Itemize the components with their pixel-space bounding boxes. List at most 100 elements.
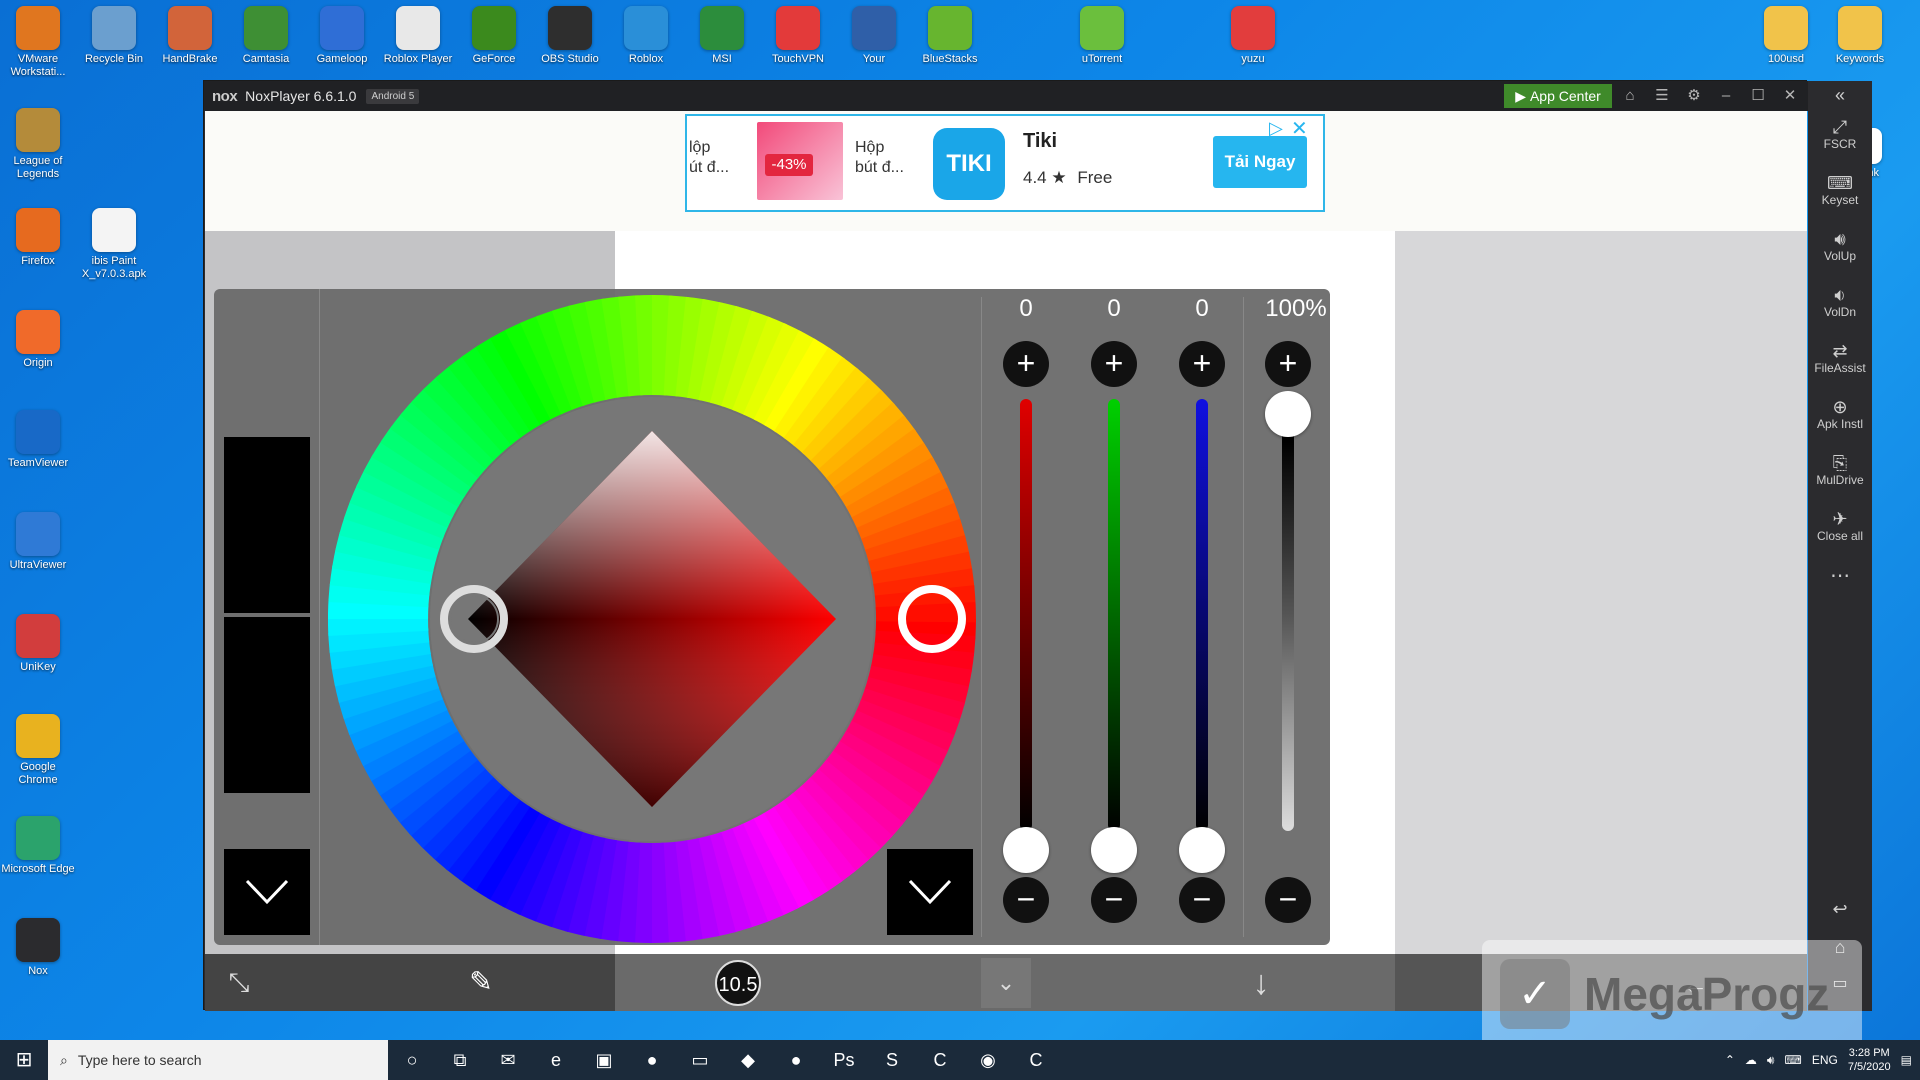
desktop-icon[interactable]: Nox: [0, 918, 76, 978]
desktop-icon[interactable]: uTorrent: [1064, 6, 1140, 66]
firefox-taskbar-icon[interactable]: ●: [628, 1040, 676, 1080]
sidebar-item-fileassist[interactable]: ⇄ FileAssist: [1808, 341, 1872, 375]
clock[interactable]: 3:28 PM 7/5/2020: [1848, 1046, 1891, 1074]
desktop-icon[interactable]: Firefox: [0, 208, 76, 268]
desktop-icon[interactable]: yuzu: [1215, 6, 1291, 66]
photoshop-icon[interactable]: Ps: [820, 1040, 868, 1080]
red-slider-knob[interactable]: [1003, 827, 1049, 873]
keyboard-icon[interactable]: ⌨: [1784, 1053, 1801, 1067]
apk-install-icon: ⊕: [1832, 397, 1848, 417]
blue-increase-button[interactable]: +: [1179, 341, 1225, 387]
taskbar-search-box[interactable]: ⌕ Type here to search: [48, 1040, 388, 1080]
android-back-icon[interactable]: ↩: [1808, 899, 1872, 920]
green-slider-knob[interactable]: [1091, 827, 1137, 873]
desktop-icon[interactable]: League of Legends: [0, 108, 76, 181]
tray-up-icon[interactable]: ⌃: [1725, 1053, 1735, 1067]
nox-titlebar[interactable]: nox NoxPlayer 6.6.1.0 Android 5 ▶ App Ce…: [204, 81, 1808, 111]
arrow-down-icon[interactable]: ↓: [1241, 958, 1281, 1008]
hue-color-wheel[interactable]: [328, 295, 976, 943]
red-increase-button[interactable]: +: [1003, 341, 1049, 387]
cortana-icon[interactable]: ○: [388, 1040, 436, 1080]
menu-icon[interactable]: ☰: [1651, 85, 1673, 107]
adchoices-icon[interactable]: ▷: [1269, 118, 1283, 139]
secondary-color-swatch[interactable]: [224, 617, 310, 793]
desktop-icon[interactable]: Origin: [0, 310, 76, 370]
mail-icon[interactable]: ✉: [484, 1040, 532, 1080]
edge-taskbar-icon[interactable]: e: [532, 1040, 580, 1080]
blue-slider-track[interactable]: [1196, 399, 1208, 831]
green-decrease-button[interactable]: −: [1091, 877, 1137, 923]
desktop-icon[interactable]: Microsoft Edge: [0, 816, 76, 876]
notification-icon[interactable]: ▤: [1901, 1053, 1912, 1067]
blue-decrease-button[interactable]: −: [1179, 877, 1225, 923]
camtasia-taskbar-icon[interactable]: C: [916, 1040, 964, 1080]
sidebar-item-volup[interactable]: 🔊︎ VolUp: [1808, 229, 1872, 263]
sidebar-item-keyset[interactable]: ⌨ Keyset: [1808, 173, 1872, 207]
firefox-2-taskbar-icon[interactable]: ●: [772, 1040, 820, 1080]
desktop-icon[interactable]: TouchVPN: [760, 6, 836, 66]
sidebar-item-voldn[interactable]: 🔉︎ VolDn: [1808, 285, 1872, 319]
brush-size-button[interactable]: 10.5: [715, 960, 761, 1006]
more-options-icon[interactable]: ⋯: [1808, 563, 1872, 588]
desktop-icon[interactable]: Roblox Player: [380, 6, 456, 66]
desktop-icon[interactable]: Keywords: [1822, 6, 1898, 66]
close-icon[interactable]: ✕: [1779, 85, 1801, 107]
desktop-icon[interactable]: GeForce: [456, 6, 532, 66]
desktop-icon[interactable]: UniKey: [0, 614, 76, 674]
home-icon[interactable]: ⌂: [1619, 85, 1641, 107]
desktop-icon[interactable]: Camtasia: [228, 6, 304, 66]
wheel-collapse-button[interactable]: [887, 849, 973, 935]
brush-icon[interactable]: ✎: [461, 962, 501, 1002]
desktop-icon[interactable]: Your: [836, 6, 912, 66]
onedrive-icon[interactable]: ☁: [1745, 1053, 1757, 1067]
desktop-icon[interactable]: Roblox: [608, 6, 684, 66]
desktop-icon[interactable]: OBS Studio: [532, 6, 608, 66]
language-indicator[interactable]: ENG: [1812, 1053, 1838, 1067]
app-center-button[interactable]: ▶ App Center: [1504, 84, 1612, 108]
collapse-toolbar-button[interactable]: ⌄: [981, 958, 1031, 1008]
sidebar-item-apk-instl[interactable]: ⊕ Apk Instl: [1808, 397, 1872, 431]
settings-gear-icon[interactable]: ⚙: [1683, 85, 1705, 107]
red-slider-track[interactable]: [1020, 399, 1032, 831]
skype-icon[interactable]: S: [868, 1040, 916, 1080]
camtasia-2-taskbar-icon[interactable]: C: [1012, 1040, 1060, 1080]
desktop-icon[interactable]: MSI: [684, 6, 760, 66]
desktop-icon[interactable]: VMware Workstati...: [0, 6, 76, 79]
desktop-icon[interactable]: Google Chrome: [0, 714, 76, 787]
desktop-icon[interactable]: Recycle Bin: [76, 6, 152, 66]
desktop-icon[interactable]: ibis Paint X_v7.0.3.apk: [76, 208, 152, 281]
swatch-collapse-button[interactable]: [224, 849, 310, 935]
alpha-slider-knob[interactable]: [1265, 391, 1311, 437]
sidebar-item-fscr[interactable]: ⤢ FSCR: [1808, 117, 1872, 151]
desktop-icon[interactable]: BlueStacks: [912, 6, 988, 66]
file-explorer-icon[interactable]: ▭: [676, 1040, 724, 1080]
desktop-icon[interactable]: TeamViewer: [0, 410, 76, 470]
alpha-slider-track[interactable]: [1282, 399, 1294, 831]
ad-install-button[interactable]: Tải Ngay: [1213, 136, 1307, 188]
green-slider-track[interactable]: [1108, 399, 1120, 831]
volume-icon[interactable]: 🔊︎: [1767, 1053, 1775, 1068]
desktop-icon[interactable]: HandBrake: [152, 6, 228, 66]
nox-taskbar-icon[interactable]: ◉: [964, 1040, 1012, 1080]
primary-color-swatch[interactable]: [224, 437, 310, 613]
task-view-icon[interactable]: ⧉: [436, 1040, 484, 1080]
app-taskbar-icon[interactable]: ◆: [724, 1040, 772, 1080]
store-icon[interactable]: ▣: [580, 1040, 628, 1080]
desktop-icon[interactable]: 100usd: [1748, 6, 1824, 66]
ad-banner[interactable]: lộp út đ... -43% Hộp bút đ... TIKI Tiki …: [685, 114, 1325, 212]
tool-switch-icon[interactable]: ⤡: [219, 962, 259, 1002]
minimize-icon[interactable]: –: [1715, 85, 1737, 107]
ad-close-icon[interactable]: ✕: [1291, 116, 1308, 141]
maximize-icon[interactable]: ☐: [1747, 85, 1769, 107]
collapse-sidebar-icon[interactable]: «: [1808, 85, 1872, 106]
sidebar-item-close-all[interactable]: ✈ Close all: [1808, 509, 1872, 543]
desktop-icon[interactable]: Gameloop: [304, 6, 380, 66]
alpha-increase-button[interactable]: +: [1265, 341, 1311, 387]
alpha-decrease-button[interactable]: −: [1265, 877, 1311, 923]
green-increase-button[interactable]: +: [1091, 341, 1137, 387]
red-decrease-button[interactable]: −: [1003, 877, 1049, 923]
desktop-icon[interactable]: UltraViewer: [0, 512, 76, 572]
blue-slider-knob[interactable]: [1179, 827, 1225, 873]
windows-start-icon[interactable]: ⊞: [0, 1040, 48, 1080]
sidebar-item-muldrive[interactable]: ⎘ MulDrive: [1808, 453, 1872, 487]
